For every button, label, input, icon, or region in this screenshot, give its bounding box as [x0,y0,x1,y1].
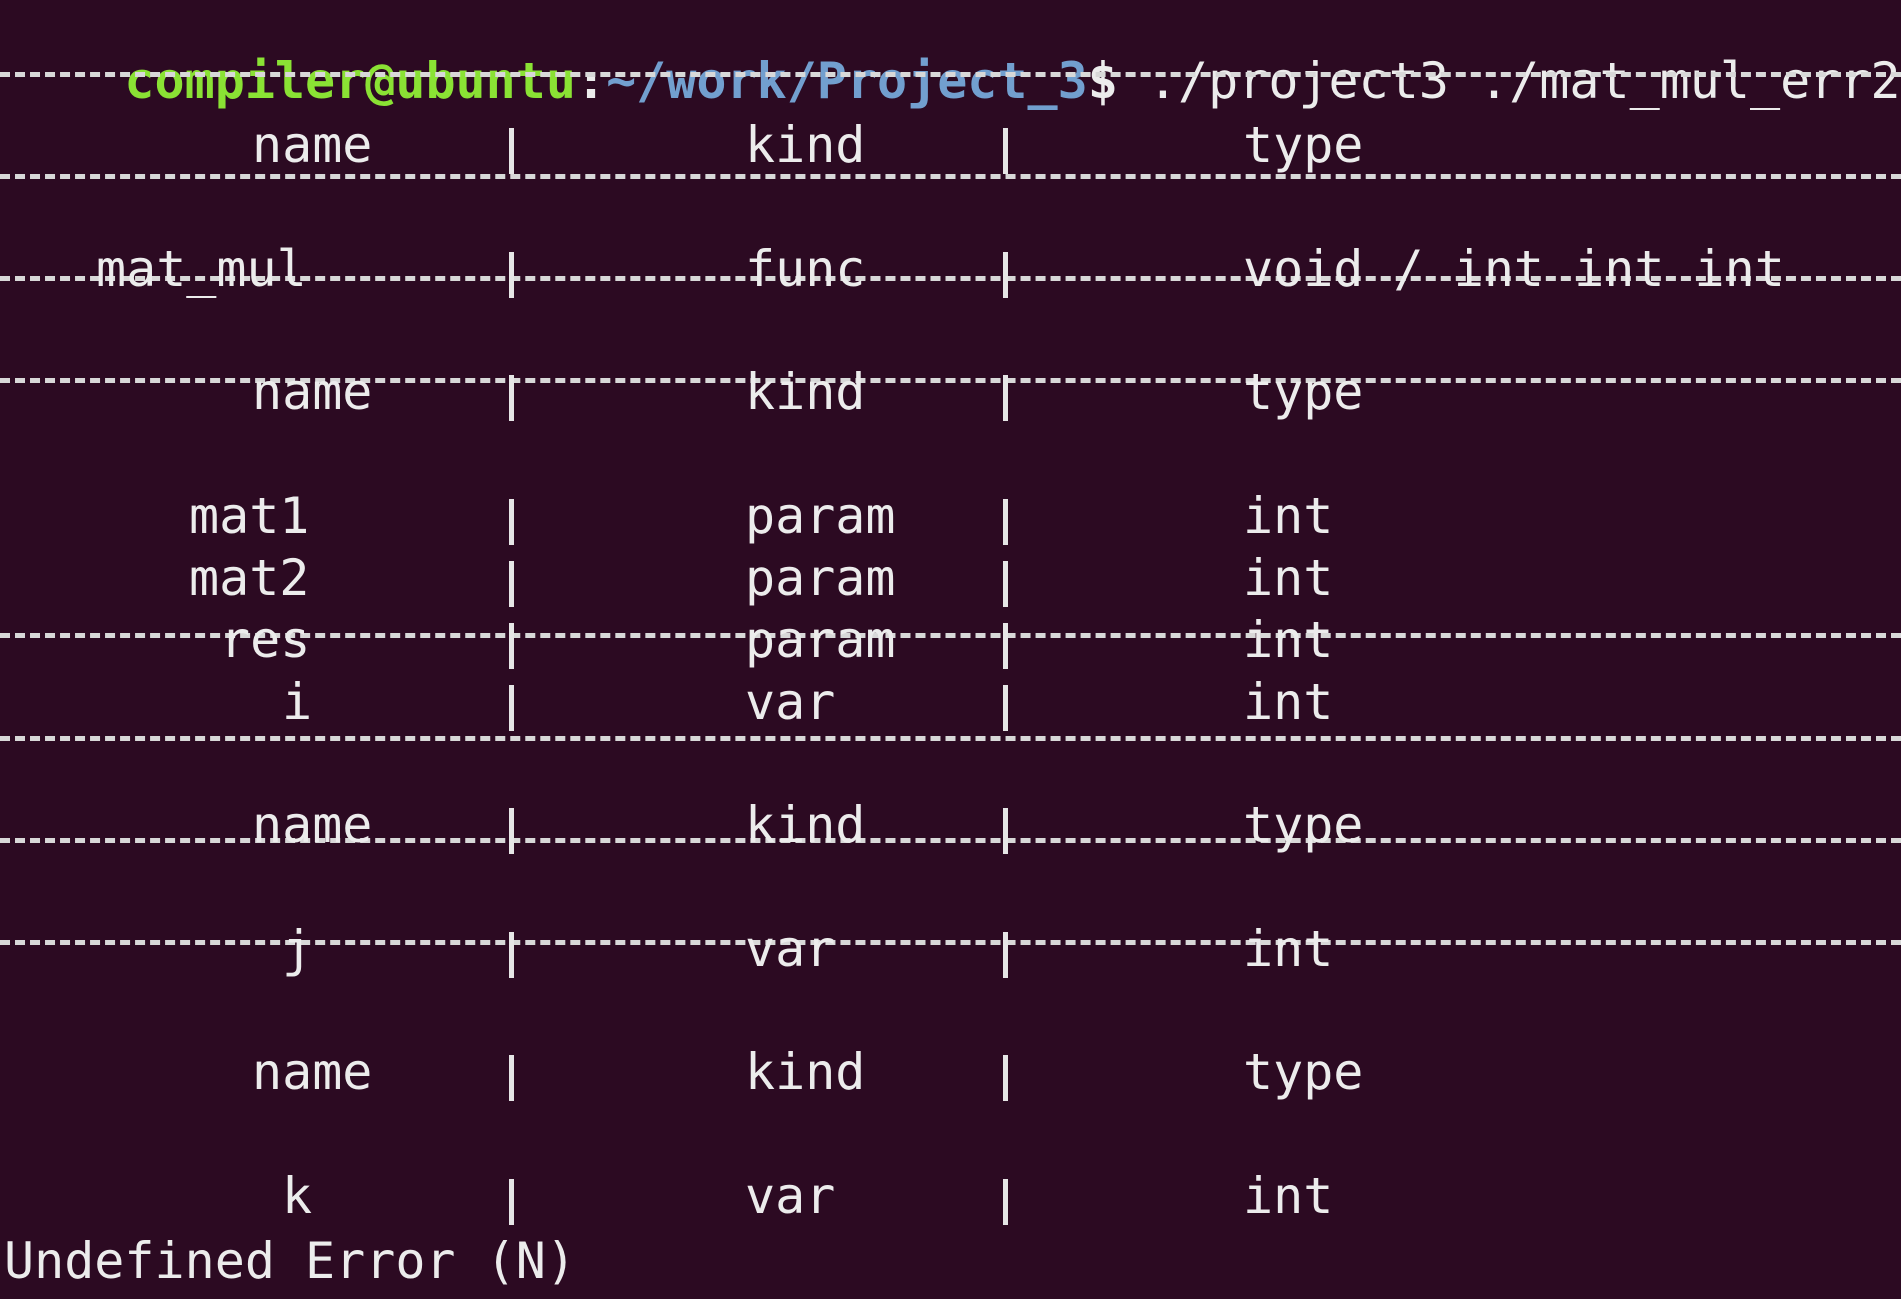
column-divider [509,375,514,421]
column-divider [1003,128,1008,174]
header-name: name [252,116,373,174]
terminal-window[interactable]: compiler@ubuntu:~/work/Project_3$ ./proj… [0,0,1901,1299]
row-name: mat2 [189,549,310,607]
row-name: i [282,673,313,731]
shell-prompt: compiler@ubuntu:~/work/Project_3$ ./proj… [4,0,1901,110]
column-divider [509,808,514,854]
row-name: k [282,1167,313,1225]
column-divider [509,685,514,731]
row-kind: param [745,549,896,607]
column-divider [1003,1055,1008,1101]
row-kind: var [745,1167,836,1225]
prompt-path: ~/work/Project_3 [606,52,1088,110]
header-type: type [1243,1043,1364,1101]
column-divider [509,561,514,607]
column-divider [1003,499,1008,545]
header-kind: kind [745,1043,866,1101]
header-type: type [1243,363,1364,421]
prompt-command: ./project3 ./mat_mul_err2.c [1117,52,1901,110]
column-divider [509,252,514,298]
column-divider [1003,623,1008,669]
column-divider [509,932,514,978]
header-name: name [252,796,373,854]
row-kind: var [745,673,836,731]
row-kind: func [745,240,866,298]
row-type: int [1243,1167,1334,1225]
header-kind: kind [745,116,866,174]
column-divider [509,128,514,174]
row-type: int [1243,487,1334,545]
separator-line [0,736,1901,741]
column-divider [1003,1179,1008,1225]
column-divider [509,1055,514,1101]
row-type: int [1243,673,1334,731]
row-name: mat_mul [96,240,307,298]
header-type: type [1243,796,1364,854]
column-divider [509,623,514,669]
row-name: j [282,920,313,978]
row-type: int [1243,920,1334,978]
column-divider [509,499,514,545]
error-message: Undefined Error (N) [4,1232,576,1290]
row-type: int [1243,549,1334,607]
row-type: int [1243,611,1334,669]
header-type: type [1243,116,1364,174]
row-kind: param [745,487,896,545]
row-type: void / int int int [1243,240,1785,298]
prompt-colon: : [575,52,607,110]
row-name: res [220,611,311,669]
row-kind: param [745,611,896,669]
prompt-dollar: $ [1087,52,1118,110]
header-name: name [252,363,373,421]
separator-line [0,72,1901,77]
column-divider [1003,808,1008,854]
column-divider [1003,561,1008,607]
column-divider [1003,685,1008,731]
header-kind: kind [745,796,866,854]
header-name: name [252,1043,373,1101]
prompt-user-host: compiler@ubuntu [124,52,576,110]
column-divider [1003,932,1008,978]
column-divider [1003,375,1008,421]
column-divider [1003,252,1008,298]
header-kind: kind [745,363,866,421]
separator-line [0,174,1901,179]
column-divider [509,1179,514,1225]
row-kind: var [745,920,836,978]
row-name: mat1 [189,487,310,545]
